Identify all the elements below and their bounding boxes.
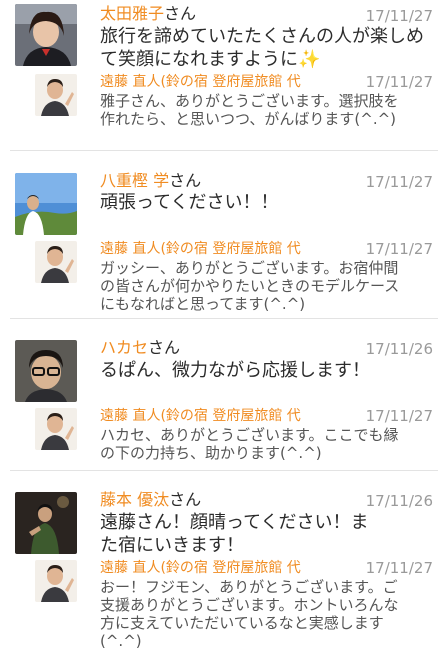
commenter-name-row: 八重樫 学さん bbox=[100, 171, 201, 191]
commenter-name-row: ハカセさん bbox=[100, 338, 180, 358]
avatar-photo-icon bbox=[15, 173, 77, 235]
avatar-photo-icon bbox=[15, 492, 77, 554]
commenter-avatar[interactable] bbox=[15, 492, 77, 554]
commenter-name[interactable]: 藤本 優汰 bbox=[100, 490, 169, 509]
honorific: さん bbox=[169, 171, 202, 190]
comment-text: 旅行を諦めていたたくさんの人が楽しめて笑顔になれますように bbox=[100, 26, 424, 70]
thread-separator bbox=[10, 470, 438, 471]
avatar-photo-icon bbox=[35, 74, 77, 116]
reply-message: ハカセ、ありがとうございます。ここでも縁の下の力持ち、助かります(^.^) bbox=[100, 426, 399, 462]
commenter-name[interactable]: ハカセ bbox=[100, 338, 148, 357]
commenter-name-row: 太田雅子さん bbox=[100, 4, 196, 24]
reply-message: ガッシー、ありがとうございます。お宿仲間の皆さんが何かやりたいときのモデルケース… bbox=[100, 259, 400, 313]
commenter-avatar[interactable] bbox=[15, 4, 77, 66]
replier-avatar[interactable] bbox=[35, 560, 77, 602]
sparkles-icon: ✨ bbox=[298, 49, 321, 70]
honorific: さん bbox=[148, 338, 181, 357]
reply-date: 17/11/27 bbox=[365, 559, 433, 577]
commenter-avatar[interactable] bbox=[15, 173, 77, 235]
reply-message: おー！フジモン、ありがとうございます。ご支援ありがとうございます。ホントいろんな… bbox=[100, 578, 399, 650]
avatar-photo-icon bbox=[15, 340, 77, 402]
comment-thread: 八重樫 学さん 17/11/27 頑張ってください！！ 遠藤 直人(鈴の宿 登府… bbox=[0, 165, 447, 315]
commenter-name-row: 藤本 優汰さん bbox=[100, 490, 201, 510]
avatar-photo-icon bbox=[15, 4, 77, 66]
honorific: さん bbox=[164, 4, 197, 23]
avatar-photo-icon bbox=[35, 560, 77, 602]
comment-thread: 太田雅子さん 17/11/27 旅行を諦めていたたくさんの人が楽しめて笑顔になれ… bbox=[0, 0, 447, 150]
comment-message: 旅行を諦めていたたくさんの人が楽しめて笑顔になれますように✨ bbox=[100, 25, 435, 71]
reply-date: 17/11/27 bbox=[365, 240, 433, 258]
comment-date: 17/11/26 bbox=[365, 492, 433, 510]
comment-thread: 藤本 優汰さん 17/11/26 遠藤さん！顔晴ってください！また宿にいきます！… bbox=[0, 482, 447, 650]
comment-thread: ハカセさん 17/11/26 るぱん、微力ながら応援します！ 遠藤 直人(鈴の宿… bbox=[0, 330, 447, 470]
reply-message: 雅子さん、ありがとうございます。選択肢を作れたら、と思いつつ、がんばります(^.… bbox=[100, 92, 399, 128]
reply-date: 17/11/27 bbox=[365, 73, 433, 91]
thread-separator bbox=[10, 150, 438, 151]
replier-name[interactable]: 遠藤 直人(鈴の宿 登府屋旅館 代 bbox=[100, 559, 315, 577]
reply-date: 17/11/27 bbox=[365, 407, 433, 425]
replier-name[interactable]: 遠藤 直人(鈴の宿 登府屋旅館 代 bbox=[100, 240, 315, 258]
replier-avatar[interactable] bbox=[35, 74, 77, 116]
avatar-photo-icon bbox=[35, 408, 77, 450]
replier-avatar[interactable] bbox=[35, 408, 77, 450]
honorific: さん bbox=[169, 490, 202, 509]
comment-date: 17/11/27 bbox=[365, 7, 433, 25]
comment-date: 17/11/27 bbox=[365, 173, 433, 191]
avatar-photo-icon bbox=[35, 241, 77, 283]
commenter-name[interactable]: 太田雅子 bbox=[100, 4, 164, 23]
replier-name[interactable]: 遠藤 直人(鈴の宿 登府屋旅館 代 bbox=[100, 73, 315, 91]
thread-separator bbox=[10, 318, 438, 319]
comment-message: るぱん、微力ながら応援します！ bbox=[100, 360, 370, 381]
replier-avatar[interactable] bbox=[35, 241, 77, 283]
comment-date: 17/11/26 bbox=[365, 340, 433, 358]
comment-message: 頑張ってください！！ bbox=[100, 192, 279, 213]
comment-message: 遠藤さん！顔晴ってください！また宿にいきます！ bbox=[100, 512, 369, 556]
commenter-name[interactable]: 八重樫 学 bbox=[100, 171, 169, 190]
replier-name[interactable]: 遠藤 直人(鈴の宿 登府屋旅館 代 bbox=[100, 407, 315, 425]
commenter-avatar[interactable] bbox=[15, 340, 77, 402]
